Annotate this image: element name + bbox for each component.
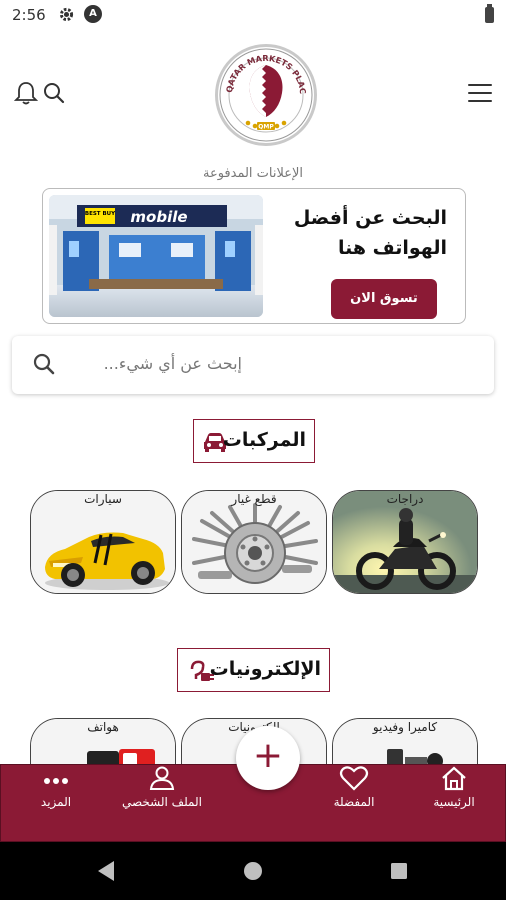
- nav-more[interactable]: المزيد: [1, 765, 111, 843]
- nav-favorites[interactable]: المفضلة: [299, 765, 409, 843]
- back-icon[interactable]: [98, 861, 114, 881]
- nav-label: المفضلة: [333, 795, 375, 809]
- category-label: سيارات: [84, 492, 122, 506]
- bell-icon[interactable]: [13, 80, 39, 110]
- sign-text: mobile: [130, 208, 187, 226]
- gear-icon: [58, 6, 75, 27]
- category-label: قطع غيار: [231, 492, 277, 506]
- banner-title: البحث عن أفضل الهواتف هنا: [293, 207, 447, 259]
- heart-icon: [339, 765, 369, 795]
- system-navigation-bar: [0, 842, 506, 900]
- battery-icon: [485, 4, 494, 23]
- motorcycle-image: [333, 491, 477, 593]
- sign-brand: BEST BUY: [85, 211, 116, 217]
- sports-car-image: [31, 491, 175, 593]
- search-placeholder: إبحث عن أي شيء...: [103, 354, 242, 373]
- search-icon[interactable]: [42, 80, 66, 110]
- category-label: دراجات: [386, 492, 424, 506]
- nav-profile[interactable]: الملف الشخصي: [107, 765, 217, 843]
- nav-label: المزيد: [40, 795, 72, 809]
- nav-home[interactable]: الرئيسية: [399, 765, 506, 843]
- ad-banner[interactable]: BEST BUY mobile البحث عن أفضل الهواتف هن…: [42, 188, 466, 324]
- nav-label: الرئيسية: [433, 795, 475, 809]
- category-motorcycles[interactable]: دراجات: [332, 490, 478, 594]
- recents-icon[interactable]: [391, 863, 407, 879]
- search-icon[interactable]: [32, 352, 56, 380]
- category-label: هواتف: [87, 720, 119, 734]
- store-image: BEST BUY mobile: [49, 195, 263, 317]
- category-label: كاميرا وفيديو: [372, 720, 438, 734]
- search-input[interactable]: إبحث عن أي شيء...: [12, 336, 494, 394]
- nav-label: الملف الشخصي: [122, 795, 202, 809]
- section-title-electronics: الإلكترونيات: [177, 648, 330, 692]
- more-dots-icon: [43, 771, 69, 790]
- a-badge-icon: A: [84, 5, 102, 23]
- shop-now-button[interactable]: تسوق الان: [331, 279, 437, 319]
- logo-bottom-text: QMP: [258, 124, 274, 131]
- add-listing-button[interactable]: +: [236, 726, 300, 790]
- profile-icon: [148, 765, 176, 795]
- category-cars[interactable]: سيارات: [30, 490, 176, 594]
- paid-ads-label: الإعلانات المدفوعة: [202, 166, 304, 181]
- home-icon: [440, 765, 468, 795]
- app-header: QATAR MARKETS PLACE QMP: [0, 30, 506, 160]
- home-circle-icon[interactable]: [244, 862, 262, 880]
- category-spare-parts[interactable]: قطع غيار: [181, 490, 327, 594]
- qatar-flag-logo[interactable]: QATAR MARKETS PLACE QMP: [215, 44, 317, 146]
- status-time: 2:56: [12, 6, 46, 24]
- section-title-text: الإلكترونيات: [209, 658, 321, 680]
- hamburger-menu-icon[interactable]: [468, 84, 492, 102]
- section-title-vehicles: المركبات: [193, 419, 315, 463]
- section-title-text: المركبات: [222, 429, 306, 451]
- spare-parts-image: [182, 491, 326, 593]
- status-bar: 2:56 A: [0, 0, 506, 30]
